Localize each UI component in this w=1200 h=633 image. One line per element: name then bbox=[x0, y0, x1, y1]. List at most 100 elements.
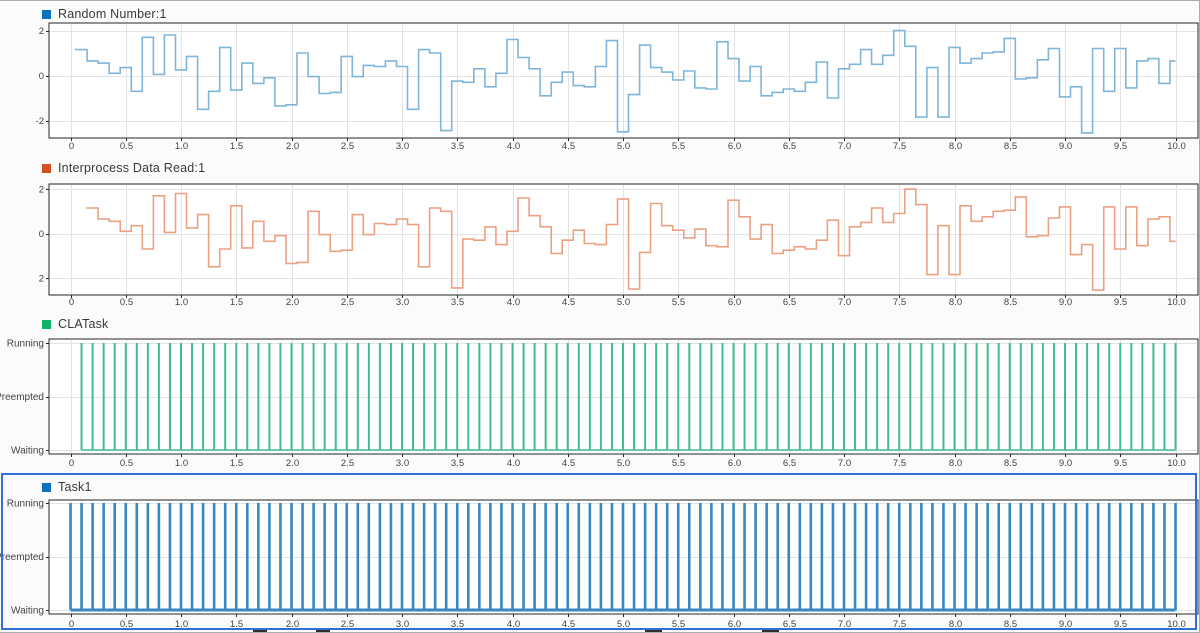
x-tick-label: 6.5 bbox=[783, 458, 796, 469]
x-tick-label: 8.0 bbox=[949, 458, 962, 469]
y-tick-label: Running bbox=[7, 499, 44, 510]
x-tick-label: 6.0 bbox=[728, 141, 741, 152]
x-tick-label: 1.0 bbox=[175, 458, 188, 469]
x-tick-label: 7.0 bbox=[838, 141, 851, 152]
legend-label: CLATask bbox=[58, 318, 109, 331]
x-tick-label: 7.0 bbox=[838, 619, 851, 630]
x-tick-label: 7.0 bbox=[838, 458, 851, 469]
x-tick-label: 1.0 bbox=[175, 297, 188, 308]
x-tick-label: 6.5 bbox=[783, 297, 796, 308]
y-tick-label: 0 bbox=[39, 229, 44, 240]
x-tick-label: 3.0 bbox=[396, 458, 409, 469]
x-tick-label: 5.5 bbox=[672, 458, 685, 469]
x-tick-label: 2.0 bbox=[286, 297, 299, 308]
x-tick-label: 7.0 bbox=[838, 297, 851, 308]
clipped-ui-fragment bbox=[253, 630, 267, 632]
legend-swatch-blue2 bbox=[42, 483, 51, 492]
x-tick-label: 6.5 bbox=[783, 619, 796, 630]
x-tick-label: 3.5 bbox=[451, 297, 464, 308]
y-tick-label: Waiting bbox=[11, 446, 44, 457]
legend-label: Task1 bbox=[58, 481, 92, 494]
x-tick-label: 5.0 bbox=[617, 141, 630, 152]
x-tick-label: 1.5 bbox=[230, 297, 243, 308]
x-tick-label: 4.0 bbox=[507, 297, 520, 308]
y-tick-label: 2 bbox=[39, 185, 44, 196]
x-tick-label: 4.0 bbox=[507, 619, 520, 630]
x-tick-label: 2.0 bbox=[286, 458, 299, 469]
x-tick-label: 9.5 bbox=[1114, 458, 1127, 469]
y-tick-label: Waiting bbox=[11, 606, 44, 617]
x-tick-label: 0 bbox=[69, 297, 74, 308]
x-tick-label: 6.0 bbox=[728, 458, 741, 469]
x-tick-label: 4.5 bbox=[562, 619, 575, 630]
x-tick-label: 5.0 bbox=[617, 619, 630, 630]
x-tick-label: 6.0 bbox=[728, 297, 741, 308]
x-tick-label: 3.0 bbox=[396, 619, 409, 630]
frame-top bbox=[0, 0, 1200, 1]
x-tick-label: 10.0 bbox=[1167, 297, 1186, 308]
y-tick-label: Preempted bbox=[0, 552, 44, 563]
x-tick-label: 2.0 bbox=[286, 619, 299, 630]
x-tick-label: 3.0 bbox=[396, 141, 409, 152]
x-tick-label: 7.5 bbox=[893, 297, 906, 308]
x-tick-label: 5.5 bbox=[672, 619, 685, 630]
plot-area-stage: 0 0.5 1.0 1.5 2.0 2.5 3.0 3.5 4.0 4.5 5.0 5.5 6.0 6.5… bbox=[0, 0, 1200, 633]
y-tick-label: Running bbox=[7, 339, 44, 350]
x-tick-label: 7.5 bbox=[893, 458, 906, 469]
x-tick-label: 2.5 bbox=[341, 297, 354, 308]
x-tick-label: 4.0 bbox=[507, 458, 520, 469]
legend-swatch-orange bbox=[42, 164, 51, 173]
x-tick-label: 3.5 bbox=[451, 141, 464, 152]
x-tick-label: 2.5 bbox=[341, 619, 354, 630]
legend-swatch-green bbox=[42, 320, 51, 329]
legend-random-number[interactable]: Random Number:1 bbox=[42, 8, 167, 21]
x-tick-label: 5.0 bbox=[617, 458, 630, 469]
x-tick-label: 7.5 bbox=[893, 141, 906, 152]
x-tick-label: 4.5 bbox=[562, 141, 575, 152]
x-tick-label: 9.5 bbox=[1114, 619, 1127, 630]
x-tick-label: 2.5 bbox=[341, 458, 354, 469]
x-tick-label: 9.0 bbox=[1059, 141, 1072, 152]
clipped-ui-fragment bbox=[762, 630, 779, 632]
clipped-ui-fragment bbox=[645, 630, 662, 632]
x-tick-label: 7.5 bbox=[893, 619, 906, 630]
x-tick-label: 8.0 bbox=[949, 619, 962, 630]
legend-swatch-blue bbox=[42, 10, 51, 19]
x-tick-label: 6.0 bbox=[728, 619, 741, 630]
legend-task1[interactable]: Task1 bbox=[42, 481, 92, 494]
x-tick-label: 0.5 bbox=[120, 297, 133, 308]
x-tick-label: 1.0 bbox=[175, 141, 188, 152]
legend-cla-task[interactable]: CLATask bbox=[42, 318, 109, 331]
x-tick-label: 8.5 bbox=[1004, 458, 1017, 469]
x-tick-label: 1.0 bbox=[175, 619, 188, 630]
x-tick-label: 1.5 bbox=[230, 619, 243, 630]
x-tick-label: 0 bbox=[69, 458, 74, 469]
x-tick-label: 0.5 bbox=[120, 458, 133, 469]
x-tick-label: 8.0 bbox=[949, 141, 962, 152]
x-tick-label: 3.0 bbox=[396, 297, 409, 308]
x-tick-label: 3.5 bbox=[451, 458, 464, 469]
y-tick-label: 2 bbox=[39, 26, 44, 37]
x-tick-label: 5.5 bbox=[672, 141, 685, 152]
y-tick-label: 0 bbox=[39, 71, 44, 82]
x-tick-label: 2.0 bbox=[286, 141, 299, 152]
x-tick-label: 4.5 bbox=[562, 458, 575, 469]
y-tick-label: Preempted bbox=[0, 392, 44, 403]
x-tick-label: 6.5 bbox=[783, 141, 796, 152]
x-tick-label: 9.5 bbox=[1114, 297, 1127, 308]
x-tick-label: 9.0 bbox=[1059, 297, 1072, 308]
x-tick-label: 10.0 bbox=[1167, 619, 1186, 630]
x-tick-label: 5.5 bbox=[672, 297, 685, 308]
x-tick-label: 1.5 bbox=[230, 458, 243, 469]
x-tick-label: 9.0 bbox=[1059, 619, 1072, 630]
x-tick-label: 4.5 bbox=[562, 297, 575, 308]
x-tick-label: 0 bbox=[69, 619, 74, 630]
x-tick-label: 4.0 bbox=[507, 141, 520, 152]
x-tick-label: 8.5 bbox=[1004, 619, 1017, 630]
legend-interprocess-data-read[interactable]: Interprocess Data Read:1 bbox=[42, 162, 205, 175]
x-tick-label: 10.0 bbox=[1167, 141, 1186, 152]
x-tick-label: 9.5 bbox=[1114, 141, 1127, 152]
charts-canvas: 0 0.5 1.0 1.5 2.0 2.5 3.0 3.5 4.0 4.5 5.0 5.5 6.0 6.5… bbox=[0, 0, 1200, 633]
x-tick-label: 2.5 bbox=[341, 141, 354, 152]
x-tick-label: 8.5 bbox=[1004, 297, 1017, 308]
